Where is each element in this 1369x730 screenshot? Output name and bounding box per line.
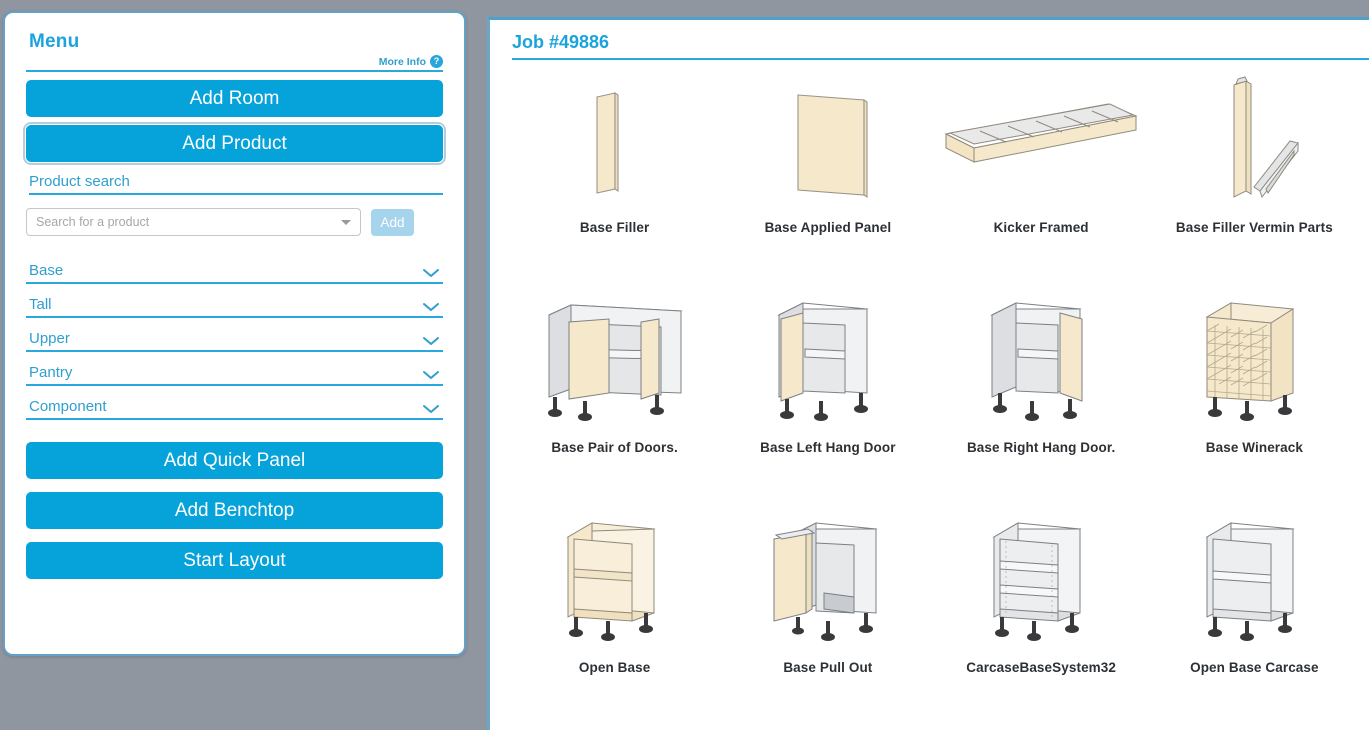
- open-base-icon: [508, 506, 721, 656]
- base-pair-of-doors-icon: [508, 286, 721, 436]
- product-card-base-pull-out[interactable]: Base Pull Out: [721, 506, 934, 726]
- add-room-button[interactable]: Add Room: [26, 80, 443, 117]
- more-info-row: More Info ?: [26, 55, 443, 72]
- carcase-base-system32-icon: [935, 506, 1148, 656]
- product-card-base-left-hang-door[interactable]: Base Left Hang Door: [721, 286, 934, 506]
- job-panel: Job #49886 Base Filler: [487, 17, 1369, 730]
- product-label: CarcaseBaseSystem32: [966, 660, 1116, 675]
- add-product-button[interactable]: Add Product: [26, 125, 443, 162]
- category-label: Tall: [29, 296, 52, 313]
- start-layout-button[interactable]: Start Layout: [26, 542, 443, 579]
- product-label: Kicker Framed: [994, 220, 1089, 235]
- product-grid: Base Filler Base Applied Panel: [490, 60, 1369, 726]
- open-base-carcase-icon: [1148, 506, 1361, 656]
- more-info-link[interactable]: More Info: [379, 56, 426, 68]
- product-search-label: Product search: [29, 173, 443, 195]
- base-filler-vermin-parts-icon: [1148, 66, 1361, 216]
- category-item-component[interactable]: Component: [26, 395, 443, 420]
- search-placeholder: Search for a product: [36, 215, 149, 229]
- chevron-down-icon[interactable]: [421, 403, 441, 415]
- category-item-tall[interactable]: Tall: [26, 293, 443, 318]
- add-product-search-button[interactable]: Add: [371, 209, 414, 236]
- chevron-down-icon[interactable]: [421, 267, 441, 279]
- product-card-base-winerack[interactable]: Base Winerack: [1148, 286, 1361, 506]
- app-root: Menu More Info ? Add Room Add Product Pr…: [0, 0, 1369, 730]
- product-label: Base Pair of Doors.: [551, 440, 677, 455]
- chevron-down-icon[interactable]: [421, 335, 441, 347]
- product-card-open-base-carcase[interactable]: Open Base Carcase: [1148, 506, 1361, 726]
- category-item-base[interactable]: Base: [26, 259, 443, 284]
- product-card-base-right-hang-door[interactable]: Base Right Hang Door.: [935, 286, 1148, 506]
- product-card-base-filler[interactable]: Base Filler: [508, 66, 721, 286]
- category-label: Pantry: [29, 364, 72, 381]
- base-applied-panel-icon: [721, 66, 934, 216]
- product-label: Open Base: [579, 660, 650, 675]
- category-label: Upper: [29, 330, 70, 347]
- chevron-down-icon[interactable]: [421, 369, 441, 381]
- category-label: Base: [29, 262, 63, 279]
- search-input[interactable]: Search for a product: [26, 208, 361, 236]
- product-card-kicker-framed[interactable]: Kicker Framed: [935, 66, 1148, 286]
- kicker-framed-icon: [935, 66, 1148, 216]
- category-item-upper[interactable]: Upper: [26, 327, 443, 352]
- add-quick-panel-button[interactable]: Add Quick Panel: [26, 442, 443, 479]
- product-card-carcase-base-system32[interactable]: CarcaseBaseSystem32: [935, 506, 1148, 726]
- product-card-base-pair-of-doors[interactable]: Base Pair of Doors.: [508, 286, 721, 506]
- page-title: Menu: [29, 13, 443, 53]
- add-benchtop-button[interactable]: Add Benchtop: [26, 492, 443, 529]
- product-label: Open Base Carcase: [1190, 660, 1319, 675]
- product-label: Base Winerack: [1206, 440, 1303, 455]
- product-label: Base Pull Out: [783, 660, 872, 675]
- product-search-row: Search for a product Add: [26, 208, 443, 236]
- product-label: Base Left Hang Door: [760, 440, 895, 455]
- product-card-base-filler-vermin-parts[interactable]: Base Filler Vermin Parts: [1148, 66, 1361, 286]
- product-label: Base Applied Panel: [765, 220, 892, 235]
- menu-bottom-buttons: Add Quick Panel Add Benchtop Start Layou…: [26, 442, 443, 579]
- chevron-down-icon[interactable]: [341, 220, 351, 225]
- job-title: Job #49886: [512, 32, 1369, 53]
- question-mark-circle-icon[interactable]: ?: [430, 55, 443, 68]
- base-left-hang-door-icon: [721, 286, 934, 436]
- product-label: Base Filler Vermin Parts: [1176, 220, 1333, 235]
- category-label: Component: [29, 398, 107, 415]
- product-label: Base Filler: [580, 220, 649, 235]
- category-item-pantry[interactable]: Pantry: [26, 361, 443, 386]
- base-filler-icon: [508, 66, 721, 216]
- product-card-base-applied-panel[interactable]: Base Applied Panel: [721, 66, 934, 286]
- product-label: Base Right Hang Door.: [967, 440, 1115, 455]
- base-pull-out-icon: [721, 506, 934, 656]
- base-winerack-icon: [1148, 286, 1361, 436]
- base-right-hang-door-icon: [935, 286, 1148, 436]
- product-card-open-base[interactable]: Open Base: [508, 506, 721, 726]
- category-accordion: Base Tall Upper Pantry Component: [26, 259, 443, 420]
- chevron-down-icon[interactable]: [421, 301, 441, 313]
- menu-panel: Menu More Info ? Add Room Add Product Pr…: [3, 11, 466, 656]
